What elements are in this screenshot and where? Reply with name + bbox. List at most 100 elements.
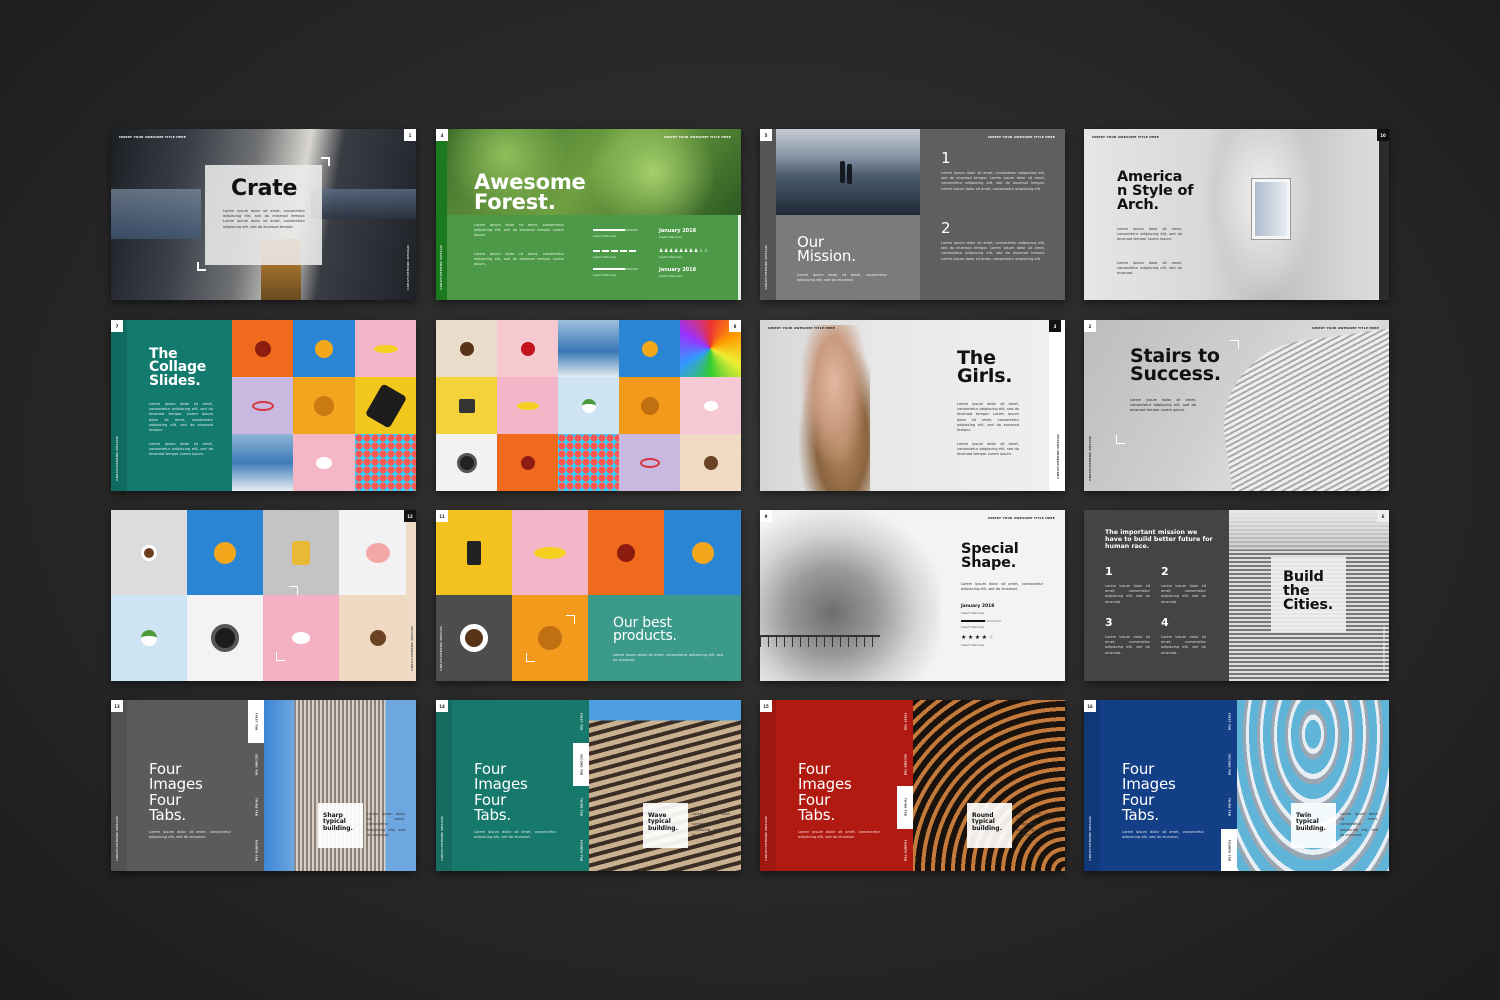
star-icon: ★: [974, 634, 982, 641]
slide-the-girls[interactable]: 3 INSERT YOUR AWESOME TITLE HERE The Girl…: [760, 320, 1065, 491]
title-line: Arch.: [1117, 196, 1159, 213]
slide-body: Lorem ipsum dolor sit amet, consectetur …: [474, 223, 564, 238]
tab-1[interactable]: FIRST TAB: [248, 700, 264, 743]
side-strip: [760, 129, 776, 300]
tab-1[interactable]: FIRST TAB: [897, 700, 913, 743]
slide-header: INSERT YOUR AWESOME TITLE HERE: [1312, 326, 1379, 330]
train-window-photo: [111, 189, 201, 239]
brand-label: CREATIVEMIND DESIGN: [115, 436, 119, 481]
tab-strip: FIRST TAB SECOND TAB THIRD TAB FOURTH TAB: [1221, 700, 1237, 871]
title-line: Mission.: [797, 247, 856, 266]
photo-tile-megaphone: [497, 434, 558, 491]
slide-number: 13: [111, 700, 123, 712]
slide-our-mission[interactable]: 5 INSERT YOUR AWESOME TITLE HERE Our Miss…: [760, 129, 1065, 300]
title-line: Shape.: [961, 554, 1017, 571]
star-icon: ★: [988, 634, 996, 641]
tab-1[interactable]: FIRST TAB: [573, 700, 589, 743]
tab-3[interactable]: THIRD TAB: [1221, 786, 1237, 829]
photo-tile-perfume: [263, 510, 339, 595]
point-number: 4: [1161, 616, 1169, 629]
slide-four-tabs[interactable]: 14 Four Images Four Tabs. Lorem ipsum dolor…: [436, 700, 741, 871]
map-mountain-photo: [760, 510, 940, 681]
caption-box: Wave typical building.: [643, 803, 688, 848]
slide-stairs[interactable]: 2 INSERT YOUR AWESOME TITLE HERE Stairs …: [1084, 320, 1389, 491]
rating-sub: Insert title here: [961, 643, 985, 647]
slide-header: INSERT YOUR AWESOME TITLE HERE: [768, 326, 835, 330]
caption-body: Lorem ipsum dolor sit amet, consectetur …: [1016, 812, 1054, 837]
photo-tile-coffee: [111, 510, 187, 595]
photo-tile-lens: [436, 434, 497, 491]
caption-line: building.: [1296, 824, 1326, 832]
brand-label: CREATIVEMIND DESIGN: [1382, 626, 1386, 671]
progress-bar: [593, 229, 638, 231]
caption-body: Lorem ipsum dolor sit amet, consectetur …: [692, 812, 730, 837]
caption-box: Twin typical building.: [1291, 803, 1336, 848]
photo-tile-macarons: [293, 434, 355, 491]
slide-header: INSERT YOUR AWESOME TITLE HERE: [988, 516, 1055, 520]
tab-3[interactable]: THIRD TAB: [573, 786, 589, 829]
tab-3[interactable]: THIRD TAB: [248, 786, 264, 829]
slide-collage-grid[interactable]: 8: [436, 320, 741, 491]
point-number: 1: [941, 149, 951, 167]
slide-body: Lorem ipsum dolor sit amet, consectetur …: [1117, 227, 1182, 242]
date-label: January 2018: [659, 228, 697, 234]
tab-2[interactable]: SECOND TAB: [1221, 743, 1237, 786]
stairs-photo: [1213, 328, 1389, 491]
tab-2[interactable]: SECOND TAB: [248, 743, 264, 786]
slide-body: Lorem ipsum dolor sit amet, consectetur …: [474, 830, 556, 840]
star-icon: ★: [967, 634, 975, 641]
slide-number: 10: [1377, 129, 1389, 141]
tab-2[interactable]: SECOND TAB: [573, 743, 589, 786]
corner-bracket: [526, 653, 535, 662]
title-line: Slides.: [149, 372, 201, 389]
person-icon: ♟: [703, 248, 709, 254]
brand-label: CREATIVEMIND DESIGN: [1088, 816, 1092, 861]
progress-bar: [593, 268, 638, 270]
progress-label: Insert title here: [593, 273, 617, 277]
side-strip: [760, 700, 776, 871]
waterfall-photo: [776, 129, 920, 215]
slide-special-shape[interactable]: 9 INSERT YOUR AWESOME TITLE HERE Special…: [760, 510, 1065, 681]
slide-american-arch[interactable]: 10 INSERT YOUR AWESOME TITLE HERE Americ…: [1084, 129, 1389, 300]
progress-label: Insert title here: [593, 255, 617, 259]
photo-tile-apple: [497, 320, 558, 377]
tab-4[interactable]: FOURTH TAB: [1221, 829, 1237, 871]
slide-four-tabs[interactable]: 16 Four Images Four Tabs. Lorem ipsum dolor…: [1084, 700, 1389, 871]
tab-4[interactable]: FOURTH TAB: [248, 829, 264, 871]
date-sub: Insert title here: [659, 235, 683, 239]
photo-tile-bicycle: [232, 377, 293, 434]
slide-title: Four Images Four Tabs.: [474, 761, 528, 823]
slide-crate[interactable]: INSERT YOUR AWESOME TITLE HERE 1 Crate L…: [111, 129, 416, 300]
tab-2[interactable]: SECOND TAB: [897, 743, 913, 786]
slide-four-tabs[interactable]: 15 Four Images Four Tabs. Lorem ipsum dolor…: [760, 700, 1065, 871]
photo-tile-citrus: [619, 377, 680, 434]
slide-body: Lorem ipsum dolor sit amet, consectetur …: [1117, 261, 1182, 276]
slide-build-cities[interactable]: Build the Cities. 6 The important mission …: [1084, 510, 1389, 681]
progress-bar-segmented: [593, 250, 638, 252]
photo-tile-camera: [436, 377, 497, 434]
slide-body: Lorem ipsum dolor sit amet, consectetur …: [223, 209, 305, 229]
tab-4[interactable]: FOURTH TAB: [897, 829, 913, 871]
people-rating: ♟♟♟♟♟♟♟♟♟♟: [659, 248, 709, 254]
slide-four-tabs[interactable]: 13 Four Images Four Tabs. Lorem ipsum dolor…: [111, 700, 416, 871]
photo-tile-citrus: [293, 377, 355, 434]
slide-collage[interactable]: 7 The Collage Slides. Lorem ipsum dolor si…: [111, 320, 416, 491]
slide-number: 2: [1084, 320, 1096, 332]
tab-3[interactable]: THIRD TAB: [897, 786, 913, 829]
point-number: 3: [1105, 616, 1113, 629]
slide-body: Lorem ipsum dolor sit amet, consectetur …: [149, 442, 213, 457]
slide-header: INSERT YOUR AWESOME TITLE HERE: [988, 135, 1055, 139]
tab-strip: FIRST TAB SECOND TAB THIRD TAB FOURTH TAB: [897, 700, 913, 871]
slide-header: INSERT YOUR AWESOME TITLE HERE: [119, 135, 186, 139]
slide-awesome-forest[interactable]: 4 INSERT YOUR AWESOME TITLE HERE Awesome…: [436, 129, 741, 300]
photo-tile-banana: [497, 377, 558, 434]
slide-our-best-products[interactable]: Our best products. Lorem ipsum dolor sit …: [436, 510, 741, 681]
slide-image-grid[interactable]: 12 CREATIVEMIND DESIGN: [111, 510, 416, 681]
title-line: Girls.: [957, 365, 1013, 388]
tab-1[interactable]: FIRST TAB: [1221, 700, 1237, 743]
slide-title: The Collage Slides.: [149, 347, 206, 389]
tab-4[interactable]: FOURTH TAB: [573, 829, 589, 871]
mission-statement: The important mission we have to build b…: [1105, 529, 1213, 550]
slide-title: Special Shape.: [961, 542, 1019, 571]
slide-body: Lorem ipsum dolor sit amet, consectetur …: [957, 442, 1019, 457]
